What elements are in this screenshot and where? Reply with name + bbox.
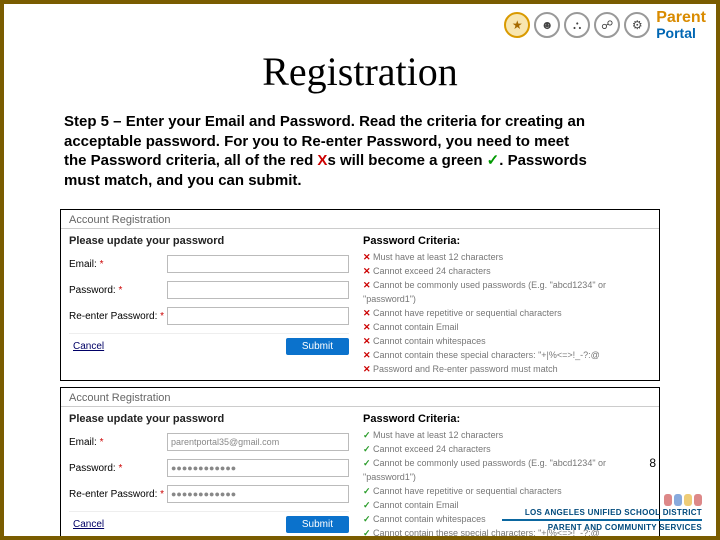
check-icon: ✓ [363, 527, 373, 540]
x-icon: ✕ [363, 279, 373, 293]
footer-divider [502, 519, 702, 521]
footer-department: PARENT AND COMMUNITY SERVICES [548, 523, 702, 532]
criteria-item: ✕Cannot have repetitive or sequential ch… [363, 307, 651, 321]
criteria-item: ✓Cannot be commonly used passwords (E.g.… [363, 457, 651, 485]
email-field[interactable] [167, 255, 349, 273]
reenter-password-field[interactable] [167, 307, 349, 325]
instr-line4: must match, and you can submit. [64, 172, 302, 189]
check-icon: ✓ [363, 513, 373, 527]
x-icon: ✕ [363, 307, 373, 321]
criteria-item: ✕Cannot exceed 24 characters [363, 265, 651, 279]
password-label: Password: * [69, 285, 167, 296]
form-title: Please update your password [69, 413, 349, 425]
instruction-text: Step 5 – Enter your Email and Password. … [64, 112, 656, 190]
portal-icons: ★ ☻ ⛬ ☍ ⚙ [504, 12, 650, 38]
criteria-item: ✓Must have at least 12 characters [363, 429, 651, 443]
family-icon: ☍ [594, 12, 620, 38]
x-icon: ✕ [363, 321, 373, 335]
portal-title-parent: Parent [656, 10, 706, 26]
reenter-password-label: Re-enter Password: * [69, 311, 167, 322]
page-title: Registration [4, 48, 716, 95]
panel-valid-heading: Account Registration [61, 388, 659, 407]
x-icon: ✕ [363, 335, 373, 349]
email-field[interactable]: parentportal35@gmail.com [167, 433, 349, 451]
footer-people-icon [664, 494, 702, 506]
x-icon: ✕ [363, 349, 373, 363]
criteria-title: Password Criteria: [363, 413, 651, 425]
criteria-item: ✕Must have at least 12 characters [363, 251, 651, 265]
form-valid: Please update your password Email: * par… [69, 413, 349, 540]
submit-button[interactable]: Submit [286, 338, 349, 355]
criteria-invalid: Password Criteria: ✕Must have at least 1… [363, 235, 651, 376]
criteria-title: Password Criteria: [363, 235, 651, 247]
check-icon: ✓ [363, 429, 373, 443]
criteria-item: ✕Cannot be commonly used passwords (E.g.… [363, 279, 651, 307]
page-number: 8 [649, 456, 656, 470]
x-icon: ✕ [363, 251, 373, 265]
submit-button[interactable]: Submit [286, 516, 349, 533]
panel-invalid: Account Registration Please update your … [60, 209, 660, 381]
slide: ★ ☻ ⛬ ☍ ⚙ Parent Portal Registration Ste… [0, 0, 720, 540]
check-icon: ✓ [363, 443, 373, 457]
graduation-icon: ⚙ [624, 12, 650, 38]
criteria-item: ✕Cannot contain Email [363, 321, 651, 335]
cancel-button[interactable]: Cancel [69, 517, 108, 532]
red-x-icon: X [317, 152, 327, 169]
instr-line3a: the Password criteria, all of the red [64, 152, 317, 169]
instr-line2: acceptable password. For you to Re-enter… [64, 133, 569, 150]
instr-line3b: s will become a green [327, 152, 486, 169]
password-field[interactable]: ●●●●●●●●●●●● [167, 459, 349, 477]
x-icon: ✕ [363, 265, 373, 279]
reenter-password-label: Re-enter Password: * [69, 489, 167, 500]
portal-title-portal: Portal [656, 26, 706, 40]
footer-district: LOS ANGELES UNIFIED SCHOOL DISTRICT [525, 508, 702, 517]
cancel-button[interactable]: Cancel [69, 339, 108, 354]
form-invalid: Please update your password Email: * Pas… [69, 235, 349, 376]
green-check-icon: ✓ [487, 152, 500, 169]
check-icon: ✓ [363, 499, 373, 513]
criteria-item: ✕Password and Re-enter password must mat… [363, 363, 651, 377]
check-icon: ✓ [363, 457, 373, 471]
instr-line3c: . Passwords [499, 152, 587, 169]
portal-title: Parent Portal [656, 10, 706, 40]
footer-branding: LOS ANGELES UNIFIED SCHOOL DISTRICT PARE… [502, 494, 702, 532]
criteria-item: ✕Cannot contain these special characters… [363, 349, 651, 363]
form-title: Please update your password [69, 235, 349, 247]
email-label: Email: * [69, 437, 167, 448]
handshake-icon: ⛬ [564, 12, 590, 38]
header-brand: ★ ☻ ⛬ ☍ ⚙ Parent Portal [504, 10, 706, 40]
x-icon: ✕ [363, 363, 373, 377]
password-label: Password: * [69, 463, 167, 474]
screenshot-panels: Account Registration Please update your … [60, 209, 660, 540]
people-icon: ☻ [534, 12, 560, 38]
email-label: Email: * [69, 259, 167, 270]
criteria-item: ✓Cannot exceed 24 characters [363, 443, 651, 457]
check-icon: ✓ [363, 485, 373, 499]
panel-invalid-heading: Account Registration [61, 210, 659, 229]
criteria-item: ✕Cannot contain whitespaces [363, 335, 651, 349]
password-field[interactable] [167, 281, 349, 299]
instr-line1: Step 5 – Enter your Email and Password. … [64, 113, 585, 130]
lausd-logo-icon: ★ [504, 12, 530, 38]
reenter-password-field[interactable]: ●●●●●●●●●●●● [167, 485, 349, 503]
